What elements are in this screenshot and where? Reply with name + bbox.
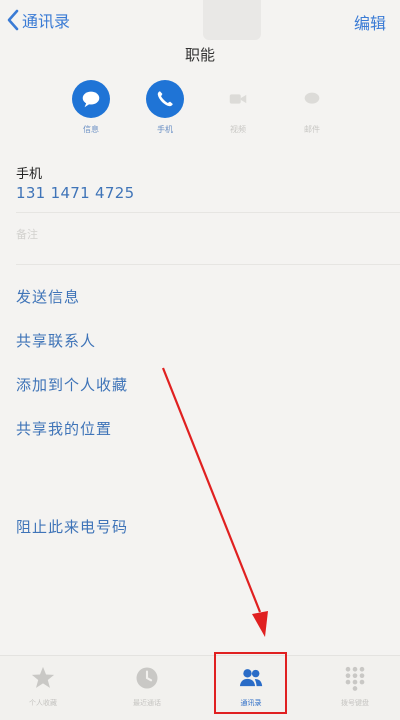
tab-favorites[interactable]: 个人收藏	[3, 664, 83, 708]
call-button[interactable]	[146, 80, 184, 118]
action-buttons: 信息 手机 视频 邮件	[0, 80, 400, 140]
keypad-icon	[345, 666, 365, 691]
message-button[interactable]	[72, 80, 110, 118]
tab-keypad[interactable]: 拨号键盘	[315, 664, 395, 708]
video-action-label: 视频	[230, 125, 246, 134]
phone-icon	[157, 91, 173, 107]
share-location-row[interactable]: 共享我的位置	[16, 418, 112, 439]
annotation-highlight-box	[214, 652, 287, 714]
video-button[interactable]	[219, 80, 257, 118]
phone-label: 手机	[16, 167, 43, 182]
phone-number[interactable]: 131 1471 4725	[16, 184, 134, 202]
tab-bar: 个人收藏 最近通话 通讯录 拨号键盘	[0, 655, 400, 720]
mail-action-label: 邮件	[304, 125, 320, 134]
contact-detail-screen: 通讯录 编辑 职能 信息 手机 视频 邮件 手机 131 1471 4725 备…	[0, 0, 400, 720]
tab-recents-label: 最近通话	[133, 699, 161, 707]
back-button[interactable]: 通讯录	[6, 8, 70, 32]
edit-button[interactable]: 编辑	[354, 10, 386, 34]
send-message-row[interactable]: 发送信息	[16, 286, 80, 307]
block-caller-row[interactable]: 阻止此来电号码	[16, 516, 128, 537]
video-icon	[229, 94, 247, 104]
mail-button[interactable]	[293, 80, 331, 118]
navigation-bar: 通讯录 编辑	[0, 0, 400, 44]
video-action[interactable]: 视频	[208, 80, 268, 135]
chevron-left-icon	[7, 9, 19, 31]
message-action-label: 信息	[83, 125, 99, 134]
star-icon	[31, 666, 55, 688]
tab-favorites-label: 个人收藏	[29, 699, 57, 707]
add-favorite-row[interactable]: 添加到个人收藏	[16, 374, 128, 395]
message-action[interactable]: 信息	[61, 80, 121, 135]
message-icon	[82, 91, 100, 108]
tab-keypad-label: 拨号键盘	[341, 699, 369, 707]
mail-action[interactable]: 邮件	[282, 80, 342, 135]
avatar	[203, 0, 261, 40]
call-action-label: 手机	[157, 125, 173, 134]
call-action[interactable]: 手机	[135, 80, 195, 135]
contact-name: 职能	[184, 46, 215, 64]
clock-icon	[136, 667, 158, 689]
mail-icon	[304, 92, 320, 104]
divider	[16, 212, 400, 213]
tab-recents[interactable]: 最近通话	[107, 664, 187, 708]
share-contact-row[interactable]: 共享联系人	[16, 330, 96, 351]
back-label: 通讯录	[22, 12, 71, 31]
notes-field[interactable]: 备注	[16, 226, 38, 242]
divider	[16, 264, 400, 265]
